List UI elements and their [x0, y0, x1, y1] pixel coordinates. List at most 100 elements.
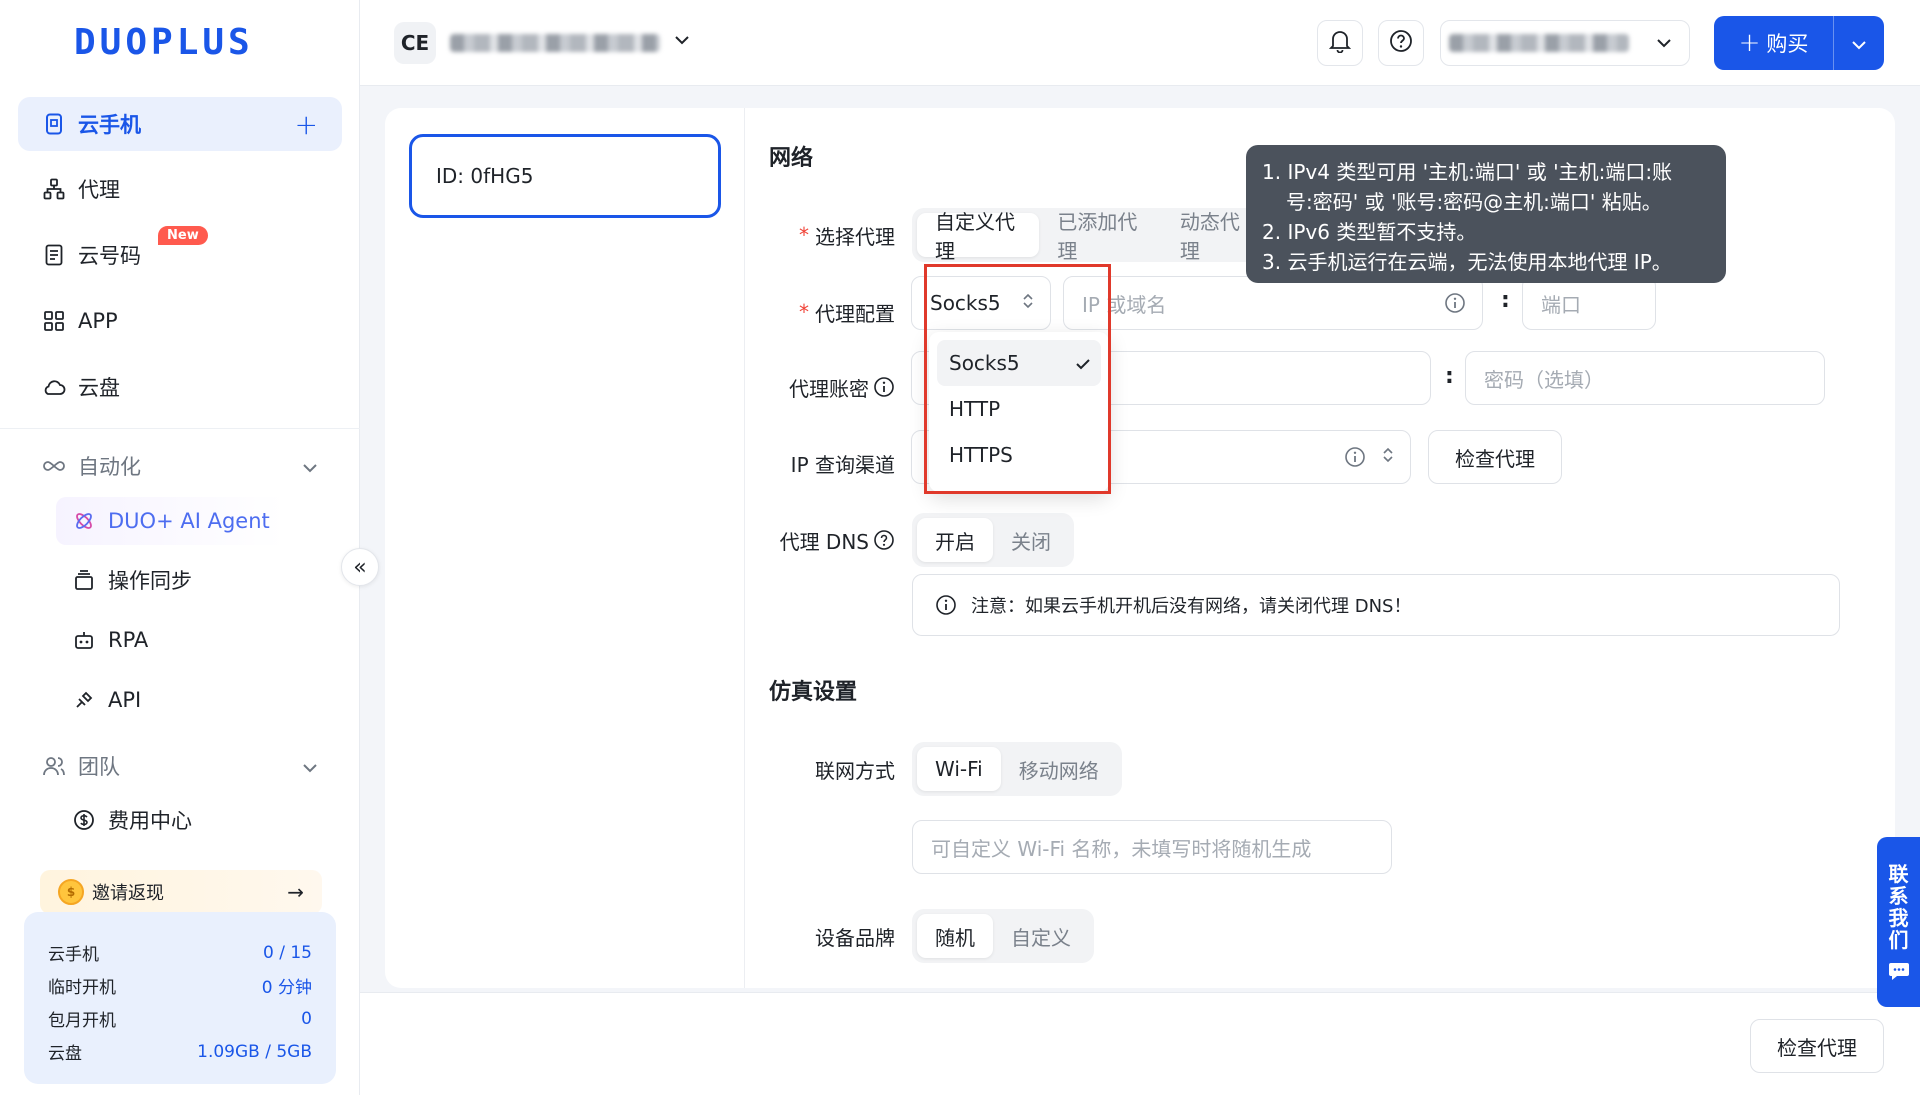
sidebar-item-rpa[interactable]: RPA: [56, 616, 342, 664]
quota-value: 0 分钟: [261, 978, 312, 998]
chevron-down-icon: [1655, 33, 1673, 54]
colon-separator: :: [1501, 288, 1510, 313]
quota-row: 云手机 0 / 15: [48, 936, 312, 969]
contact-char: 我: [1888, 906, 1909, 930]
quota-value: 0: [301, 1008, 312, 1029]
quota-label: 临时开机: [48, 978, 116, 998]
info-icon[interactable]: [873, 376, 895, 398]
brand-option-random[interactable]: 随机: [917, 914, 993, 958]
mode-option-wifi[interactable]: Wi-Fi: [917, 747, 1001, 791]
question-circle-icon[interactable]: [873, 529, 895, 551]
sidebar-item-proxy[interactable]: 代理: [18, 162, 342, 216]
duoplus-logo[interactable]: DUOPLUS: [74, 24, 290, 62]
dns-option-on[interactable]: 开启: [917, 518, 993, 562]
quota-value: 1.09GB / 5GB: [197, 1041, 312, 1062]
host-input[interactable]: IP 或域名: [1063, 276, 1483, 330]
info-icon[interactable]: [1444, 292, 1466, 314]
user-menu[interactable]: [1440, 20, 1690, 66]
proxy-icon: [42, 177, 66, 201]
workspace-name-redacted[interactable]: [450, 34, 660, 52]
sub-item-label: RPA: [108, 628, 149, 652]
chevron-down-icon: [302, 754, 318, 778]
contact-char: 们: [1888, 928, 1909, 952]
network-mode-segment: Wi-Fi 移动网络: [912, 742, 1122, 796]
seg-option-custom[interactable]: 自定义代理: [917, 210, 1040, 262]
label-text: 代理配置: [815, 301, 895, 326]
sidebar-item-label: 云盘: [78, 376, 120, 400]
sidebar: DUOPLUS 云手机 + 代理 云号码 New APP 云盘 自动化 DUO+…: [0, 0, 360, 1095]
notification-button[interactable]: [1317, 20, 1363, 66]
chevron-down-icon[interactable]: [673, 30, 691, 51]
sync-icon: [72, 568, 96, 592]
sidebar-item-cloud-number[interactable]: 云号码 New: [18, 226, 342, 282]
updown-chevron-icon: [1382, 445, 1394, 469]
quota-label: 包月开机: [48, 1011, 116, 1031]
wifi-placeholder: 可自定义 Wi-Fi 名称，未填写时将随机生成: [931, 836, 1312, 861]
sidebar-item-api[interactable]: API: [56, 676, 342, 724]
password-input[interactable]: 密码（选填）: [1465, 351, 1825, 405]
quota-label: 云手机: [48, 945, 99, 965]
new-badge: New: [158, 226, 208, 245]
tooltip-line: 号:密码' 或 '账号:密码@主机:端口' 粘贴。: [1286, 190, 1662, 214]
dns-notice: 注意：如果云手机开机后没有网络，请关闭代理 DNS！: [912, 574, 1840, 636]
sub-item-label: 费用中心: [108, 809, 192, 833]
buy-main-button[interactable]: + 购买: [1714, 16, 1834, 70]
ai-agent-icon: [72, 509, 96, 533]
buy-button[interactable]: + 购买: [1714, 16, 1884, 70]
quota-value: 0 / 15: [263, 942, 312, 963]
help-button[interactable]: [1378, 20, 1424, 66]
mode-option-mobile[interactable]: 移动网络: [1001, 747, 1117, 791]
footer-bar: 检查代理: [360, 992, 1920, 1095]
buy-dropdown-button[interactable]: [1834, 16, 1884, 70]
footer-check-proxy-button[interactable]: 检查代理: [1750, 1019, 1884, 1073]
sidebar-item-billing[interactable]: 费用中心: [56, 796, 342, 844]
collapse-sidebar-button[interactable]: «: [341, 548, 379, 586]
device-brand-label: 设备品牌: [715, 909, 895, 963]
label-text: 代理账密: [789, 376, 869, 401]
sidebar-item-label: 云手机: [78, 113, 141, 137]
device-card[interactable]: ID: 0fHG5: [409, 134, 721, 218]
dns-option-off[interactable]: 关闭: [993, 518, 1069, 562]
quota-row: 云盘 1.09GB / 5GB: [48, 1035, 312, 1068]
top-header: CE + 购买: [360, 0, 1920, 86]
chevron-down-icon: [1851, 31, 1867, 55]
sidebar-item-cloud-disk[interactable]: 云盘: [18, 360, 342, 414]
phone-icon: [42, 112, 66, 136]
sidebar-item-label: 云号码: [78, 244, 141, 268]
group-label: 自动化: [78, 455, 141, 479]
sidebar-group-automation[interactable]: 自动化: [18, 442, 342, 490]
info-icon[interactable]: [1344, 446, 1366, 468]
invite-cashback-banner[interactable]: $ 邀请返现 →: [40, 870, 322, 914]
sidebar-item-cloud-phone[interactable]: 云手机 +: [18, 97, 342, 151]
sidebar-divider: [0, 428, 360, 429]
quota-row: 包月开机 0: [48, 1002, 312, 1035]
team-icon: [42, 754, 66, 778]
quota-row: 临时开机 0 分钟: [48, 969, 312, 1002]
device-brand-segment: 随机 自定义: [912, 909, 1094, 963]
chevron-down-icon: [302, 454, 318, 478]
sidebar-item-app[interactable]: APP: [18, 294, 342, 348]
check-proxy-button[interactable]: 检查代理: [1428, 430, 1562, 484]
sidebar-item-sync[interactable]: 操作同步: [56, 556, 342, 604]
double-chevron-left-icon: «: [353, 554, 367, 580]
api-plug-icon: [72, 688, 96, 712]
tooltip-line: 3. 云手机运行在云端，无法使用本地代理 IP。: [1262, 250, 1672, 274]
sub-item-label: 操作同步: [108, 569, 192, 593]
arrow-right-icon: →: [287, 880, 304, 904]
wifi-name-input[interactable]: 可自定义 Wi-Fi 名称，未填写时将随机生成: [912, 820, 1392, 874]
contact-us-tab[interactable]: 联 系 我 们: [1877, 837, 1920, 1007]
device-id: ID: 0fHG5: [436, 164, 534, 188]
brand-option-custom[interactable]: 自定义: [993, 914, 1089, 958]
sidebar-item-label: 代理: [78, 178, 120, 202]
tooltip-line: 2. IPv6 类型暂不支持。: [1262, 220, 1477, 244]
port-input[interactable]: 端口: [1522, 276, 1656, 330]
seg-option-added[interactable]: 已添加代理: [1039, 210, 1161, 262]
sidebar-item-ai-agent[interactable]: DUO+ AI Agent: [56, 497, 342, 545]
workspace-badge[interactable]: CE: [394, 22, 436, 64]
group-label: 团队: [78, 755, 120, 779]
required-mark: *: [799, 223, 809, 247]
add-phone-button[interactable]: +: [295, 108, 318, 141]
label-text: 联网方式: [815, 758, 895, 783]
sidebar-group-team[interactable]: 团队: [18, 742, 342, 790]
sim-icon: [42, 243, 66, 267]
